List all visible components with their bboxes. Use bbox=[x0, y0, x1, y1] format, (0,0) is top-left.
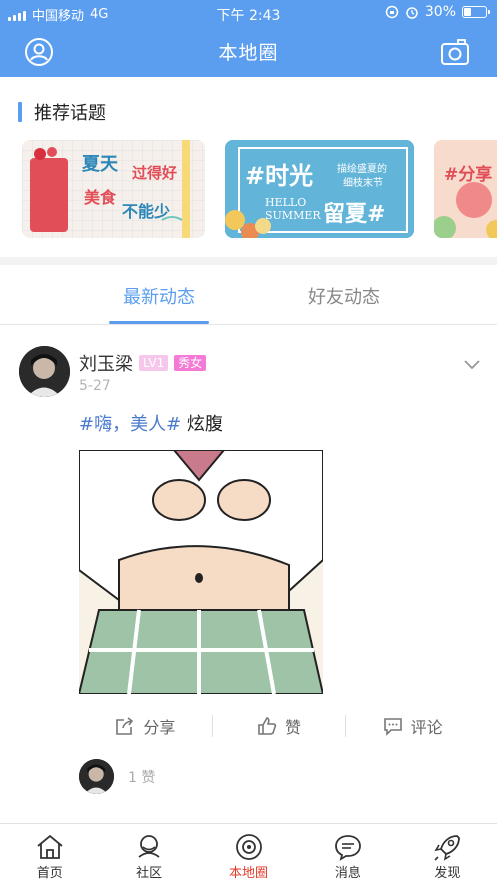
nav-messages[interactable]: 消息 bbox=[298, 824, 397, 883]
section-divider bbox=[0, 257, 497, 265]
rotation-lock-icon bbox=[385, 5, 399, 19]
alarm-icon bbox=[406, 7, 418, 19]
section-accent-bar bbox=[18, 102, 22, 122]
nav-home[interactable]: 首页 bbox=[0, 824, 99, 883]
likes-row: 1 赞 bbox=[79, 759, 155, 794]
topic-card-text: SUMMER bbox=[265, 209, 321, 222]
topic-card-text: 夏天 bbox=[82, 154, 118, 175]
like-count: 1 赞 bbox=[128, 769, 156, 786]
tab-latest[interactable]: 最新动态 bbox=[99, 283, 219, 309]
post-image[interactable] bbox=[79, 450, 323, 694]
header: 本地圈 bbox=[0, 26, 497, 77]
topic-card-text: HELLO bbox=[265, 196, 307, 209]
topic-card-text: 描绘盛夏的 bbox=[337, 164, 387, 175]
post-body: 炫腹 bbox=[181, 414, 223, 435]
post-more-button[interactable] bbox=[463, 356, 481, 375]
post-actions: 分享 赞 评论 bbox=[79, 708, 479, 744]
topic-card[interactable]: #时光 描绘盛夏的 细枝末节 HELLO SUMMER 留夏# bbox=[225, 140, 414, 238]
local-circle-icon bbox=[233, 832, 265, 862]
post-illustration bbox=[79, 450, 323, 694]
topic-card[interactable]: #分享 bbox=[434, 140, 497, 238]
battery-icon bbox=[462, 6, 490, 18]
liker-avatar[interactable] bbox=[79, 759, 114, 794]
comment-icon bbox=[383, 718, 402, 736]
section-title: 推荐话题 bbox=[18, 99, 106, 125]
nav-local-circle[interactable]: 本地圈 bbox=[199, 824, 298, 883]
topic-card-text: #分享 bbox=[444, 165, 493, 185]
camera-button[interactable] bbox=[439, 36, 471, 68]
nav-community[interactable]: 社区 bbox=[99, 824, 198, 883]
avatar-image bbox=[19, 346, 70, 397]
battery-percent: 30% bbox=[424, 4, 456, 20]
liker-avatar-image bbox=[79, 759, 114, 794]
feed-tabs: 最新动态 好友动态 bbox=[0, 265, 497, 325]
share-icon bbox=[116, 717, 134, 735]
topic-card-text: #时光 bbox=[245, 162, 314, 190]
post-date: 5-27 bbox=[79, 378, 111, 394]
chevron-down-icon bbox=[464, 360, 480, 370]
topic-card-3-illustration bbox=[434, 140, 497, 238]
topic-card[interactable]: 夏天 过得好 美食 不能少 bbox=[22, 140, 205, 238]
camera-icon bbox=[441, 39, 469, 65]
level-badge: LV1 bbox=[139, 355, 169, 371]
bottom-nav: 首页 社区 本地圈 消息 发现 bbox=[0, 823, 497, 883]
top-bar: 中国移动 4G 下午 2:43 30% 本地圈 bbox=[0, 0, 497, 77]
topic-card-text: 美食 bbox=[84, 188, 117, 207]
post-content: #嗨，美人# 炫腹 bbox=[79, 410, 223, 436]
share-button[interactable]: 分享 bbox=[79, 714, 212, 738]
author-name[interactable]: 刘玉梁 bbox=[79, 350, 133, 376]
topic-card-text: 过得好 bbox=[132, 164, 178, 182]
tab-friends[interactable]: 好友动态 bbox=[284, 283, 404, 309]
status-bar: 中国移动 4G 下午 2:43 30% bbox=[0, 0, 497, 26]
title-badge: 秀女 bbox=[174, 355, 207, 371]
thumbs-up-icon bbox=[258, 717, 277, 735]
recommended-topics: 推荐话题 夏天 过得好 美食 不能少 #时光 描绘盛夏的 细枝末节 HELLO … bbox=[0, 77, 497, 257]
topic-card-text: 不能少 bbox=[122, 202, 171, 221]
like-button[interactable]: 赞 bbox=[213, 714, 346, 738]
home-icon bbox=[34, 832, 66, 862]
active-tab-indicator bbox=[109, 321, 209, 324]
post-hashtag[interactable]: #嗨，美人# bbox=[79, 414, 181, 435]
avatar[interactable] bbox=[19, 346, 70, 397]
page-title: 本地圈 bbox=[218, 42, 279, 64]
topic-card-text: 细枝末节 bbox=[343, 178, 383, 189]
comment-button[interactable]: 评论 bbox=[346, 714, 479, 738]
community-icon bbox=[133, 832, 165, 862]
post-card: 刘玉梁 LV1 秀女 5-27 #嗨，美人# 炫腹 分享 赞 评论 1 赞 bbox=[0, 326, 497, 821]
topic-card-text: 留夏# bbox=[323, 202, 386, 227]
message-icon bbox=[332, 832, 364, 862]
rocket-icon bbox=[431, 832, 463, 862]
nav-discover[interactable]: 发现 bbox=[398, 824, 497, 883]
